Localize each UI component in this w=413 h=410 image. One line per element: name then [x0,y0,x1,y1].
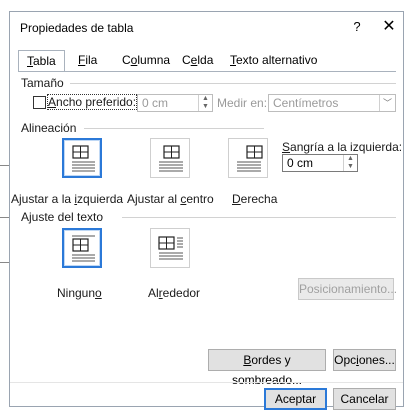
tab-bar: Tabla Fila Columna Celda Texto alternati… [18,50,398,72]
measure-in-select[interactable]: Centímetros ﹀ [268,94,396,112]
wrap-none-icon [72,235,95,262]
wrap-around-button[interactable] [150,228,190,268]
measure-in-label: Medir en: [217,96,268,110]
align-left-button[interactable] [62,138,102,178]
title-bar: Propiedades de tabla ? ✕ [10,12,403,42]
wrap-around-icon [158,236,183,260]
size-section-label: Tamaño [21,76,64,90]
align-center-label: Ajustar al centro [127,192,214,206]
tab-divider [18,71,396,72]
align-right-icon [237,145,263,172]
tab-texto-alternativo[interactable]: Texto alternativo [230,53,317,71]
left-indent-spinner[interactable]: ▲ ▼ [343,155,357,171]
wrapping-section-label: Ajuste del texto [21,210,104,224]
left-indent-input[interactable]: 0 cm ▲ ▼ [282,154,358,172]
table-properties-dialog: Propiedades de tabla ? ✕ Tabla Fila Colu… [9,11,404,410]
close-button[interactable]: ✕ [379,17,399,37]
cancel-button[interactable]: Cancelar [333,388,396,410]
borders-shading-button[interactable]: Bordes y sombreado... [208,349,326,387]
alignment-section-divider [84,128,264,129]
tab-columna[interactable]: Columna [122,53,170,71]
left-indent-label: Sangría a la izquierda: [282,140,403,154]
preferred-width-input[interactable]: 0 cm ▲ ▼ [137,94,213,112]
footer-divider [10,382,403,383]
align-right-label: Derecha [232,192,278,206]
measure-in-value: Centímetros [273,96,339,110]
align-center-button[interactable] [150,138,190,178]
tab-tabla[interactable]: Tabla [18,50,65,72]
help-button[interactable]: ? [347,17,367,37]
wrap-none-button[interactable] [62,228,102,268]
options-button[interactable]: Opciones... [333,349,396,371]
alignment-section-label: Alineación [21,121,77,135]
chevron-down-icon[interactable]: ﹀ [379,95,395,111]
align-center-icon [159,145,183,172]
tab-fila[interactable]: Fila [78,53,97,71]
align-left-icon [72,145,95,172]
positioning-button[interactable]: Posicionamiento... [298,278,397,300]
left-indent-value: 0 cm [287,156,314,170]
align-right-button[interactable] [228,138,268,178]
preferred-width-spinner[interactable]: ▲ ▼ [198,95,212,111]
dialog-title: Propiedades de tabla [20,21,134,35]
tab-celda[interactable]: Celda [182,53,213,71]
preferred-width-checkbox[interactable] [33,96,46,109]
align-left-label: Ajustar a la izquierda [11,192,124,206]
size-section-divider [70,83,396,84]
accept-button[interactable]: Aceptar [264,388,327,410]
preferred-width-label[interactable]: Ancho preferido: [46,94,138,110]
preferred-width-value: 0 cm [142,96,169,110]
wrap-none-label: Ninguno [57,286,102,300]
wrap-around-label: Alrededor [148,286,201,300]
wrapping-section-divider [122,217,396,218]
